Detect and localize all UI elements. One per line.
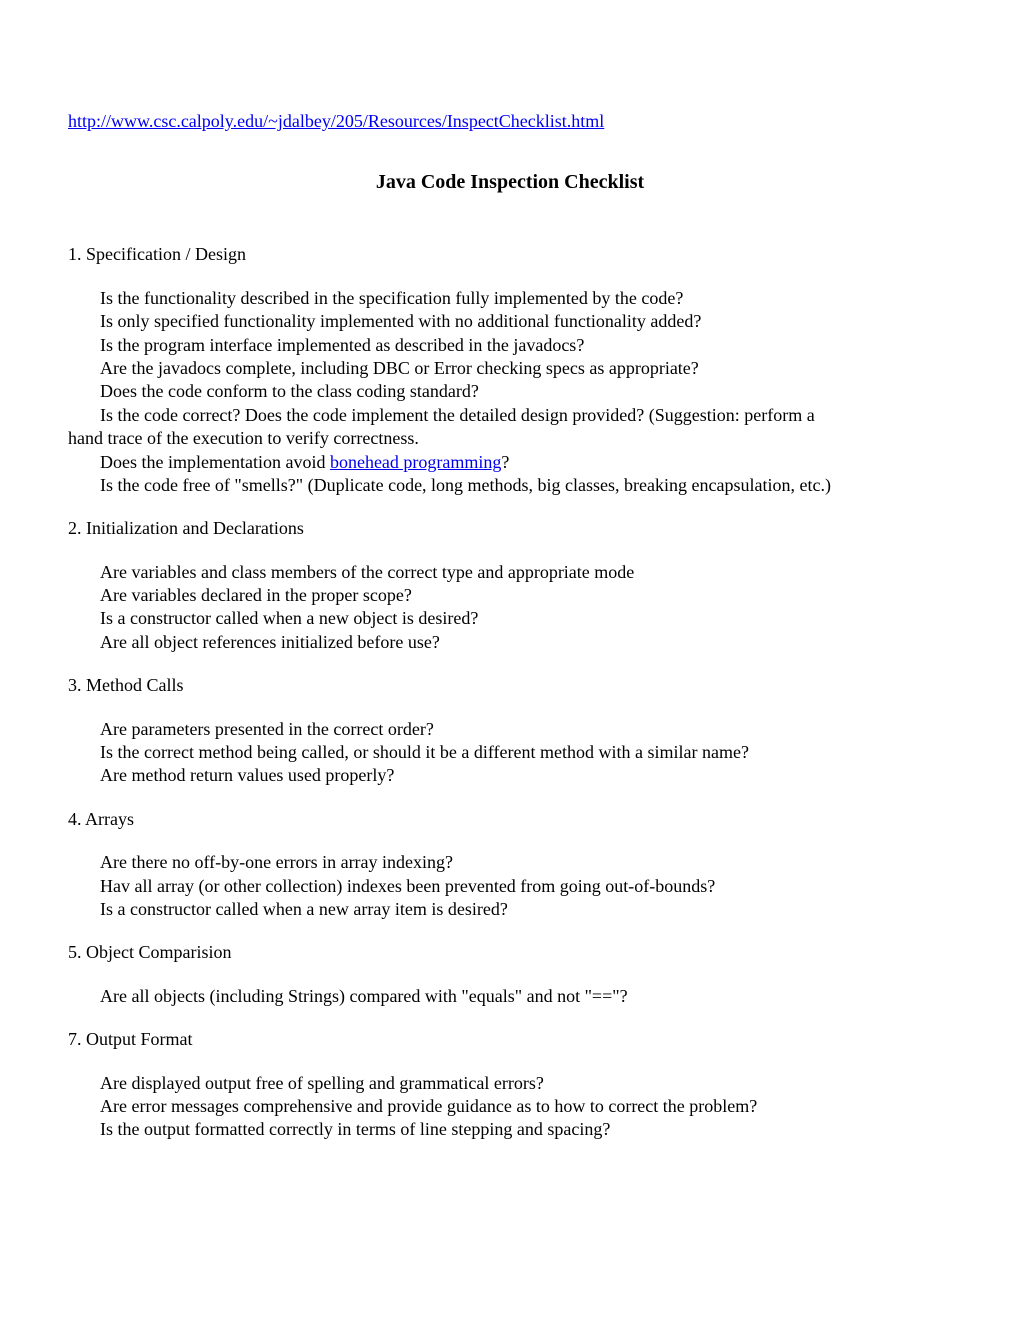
- checklist-item: Are variables declared in the proper sco…: [68, 584, 952, 607]
- checklist-item: Is the functionality described in the sp…: [68, 287, 952, 310]
- section-heading: 3. Method Calls: [68, 674, 952, 697]
- item-text: ?: [501, 452, 509, 472]
- checklist-item: Are all objects (including Strings) comp…: [68, 985, 952, 1008]
- sections-container: 1. Specification / Design Is the function…: [68, 243, 952, 1141]
- checklist-item: Are parameters presented in the correct …: [68, 718, 952, 741]
- checklist-item: Is the correct method being called, or s…: [68, 741, 952, 764]
- checklist-item: Are error messages comprehensive and pro…: [68, 1095, 952, 1118]
- item-text: Does the implementation avoid: [100, 452, 330, 472]
- checklist-item: Are displayed output free of spelling an…: [68, 1072, 952, 1095]
- section-heading: 5. Object Comparision: [68, 941, 952, 964]
- checklist-item: Is only specified functionality implemen…: [68, 310, 952, 333]
- checklist-item: Does the code conform to the class codin…: [68, 380, 952, 403]
- section-heading: 4. Arrays: [68, 808, 952, 831]
- checklist-item: Are method return values used properly?: [68, 764, 952, 787]
- checklist-item: Are the javadocs complete, including DBC…: [68, 357, 952, 380]
- checklist-item: Is the code free of "smells?" (Duplicate…: [68, 474, 952, 497]
- checklist-item: Does the implementation avoid bonehead p…: [68, 451, 952, 474]
- inline-link[interactable]: bonehead programming: [330, 452, 501, 472]
- checklist-item: Is the program interface implemented as …: [68, 334, 952, 357]
- checklist-item: Is the output formatted correctly in ter…: [68, 1118, 952, 1141]
- checklist-item: Hav all array (or other collection) inde…: [68, 875, 952, 898]
- checklist-item-continuation: hand trace of the execution to verify co…: [68, 427, 952, 450]
- section-heading: 7. Output Format: [68, 1028, 952, 1051]
- checklist-item: Is a constructor called when a new objec…: [68, 607, 952, 630]
- checklist-item: Are there no off-by-one errors in array …: [68, 851, 952, 874]
- source-link[interactable]: http://www.csc.calpoly.edu/~jdalbey/205/…: [68, 111, 604, 131]
- source-link-line: http://www.csc.calpoly.edu/~jdalbey/205/…: [68, 110, 952, 133]
- checklist-item: Is a constructor called when a new array…: [68, 898, 952, 921]
- section-heading: 1. Specification / Design: [68, 243, 952, 266]
- section-heading: 2. Initialization and Declarations: [68, 517, 952, 540]
- checklist-item: Is the code correct? Does the code imple…: [68, 404, 952, 427]
- page-title: Java Code Inspection Checklist: [68, 169, 952, 195]
- checklist-item: Are variables and class members of the c…: [68, 561, 952, 584]
- checklist-item: Are all object references initialized be…: [68, 631, 952, 654]
